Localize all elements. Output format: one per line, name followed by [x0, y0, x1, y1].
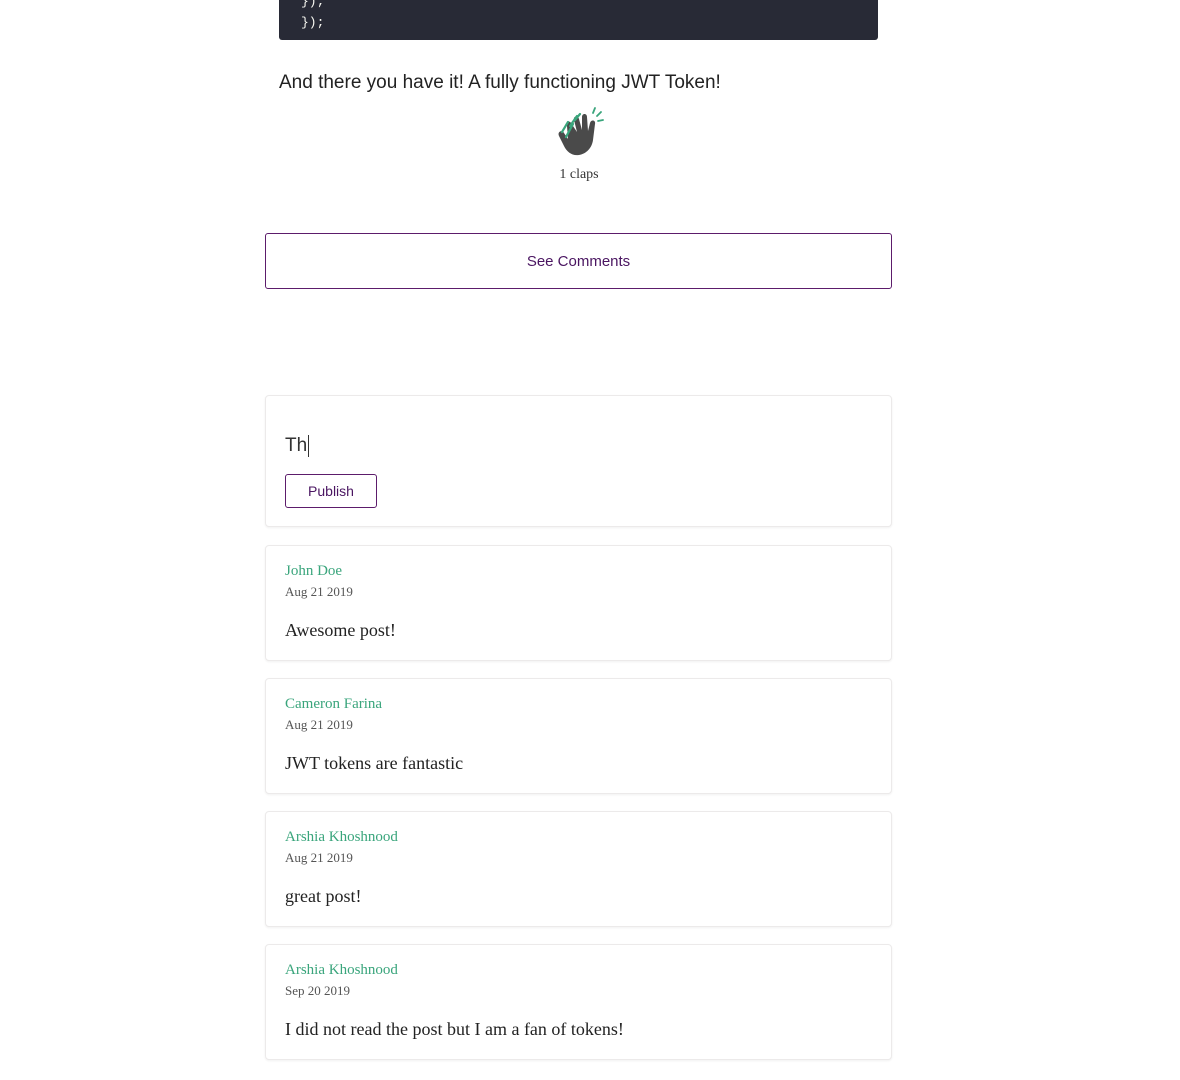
clap-icon[interactable] [553, 106, 605, 160]
comment-author[interactable]: John Doe [285, 563, 342, 580]
comment-date: Aug 21 2019 [285, 584, 353, 599]
comment-author[interactable]: Arshia Khoshnood [285, 962, 398, 979]
clap-count: 1 claps [559, 167, 599, 182]
comment-body: Awesome post! [285, 620, 396, 640]
comment-date: Aug 21 2019 [285, 717, 353, 732]
publish-button[interactable]: Publish [285, 474, 377, 508]
comment-card: Cameron Farina Aug 21 2019 JWT tokens ar… [265, 678, 892, 794]
clap-widget: 1 claps [540, 106, 618, 183]
see-comments-button[interactable]: See Comments [265, 233, 892, 289]
comment-body: JWT tokens are fantastic [285, 753, 464, 773]
comment-card: Arshia Khoshnood Aug 21 2019 great post! [265, 811, 892, 927]
comment-composer: Th Publish [265, 395, 892, 527]
comment-body: I did not read the post but I am a fan o… [285, 1019, 624, 1039]
comment-author[interactable]: Cameron Farina [285, 696, 382, 713]
article-outro-text: And there you have it! A fully functioni… [279, 72, 721, 93]
code-block: }); }); [279, 0, 878, 40]
comment-input-value: Th [285, 435, 308, 456]
comment-card: Arshia Khoshnood Sep 20 2019 I did not r… [265, 944, 892, 1060]
comment-author[interactable]: Arshia Khoshnood [285, 829, 398, 846]
comment-input[interactable]: Th [285, 433, 865, 459]
comment-date: Sep 20 2019 [285, 983, 350, 998]
comment-body: great post! [285, 886, 362, 906]
comment-date: Aug 21 2019 [285, 850, 353, 865]
text-caret [308, 435, 310, 457]
code-line: }); [301, 0, 325, 9]
comment-card: John Doe Aug 21 2019 Awesome post! [265, 545, 892, 661]
code-line: }); [301, 15, 325, 30]
